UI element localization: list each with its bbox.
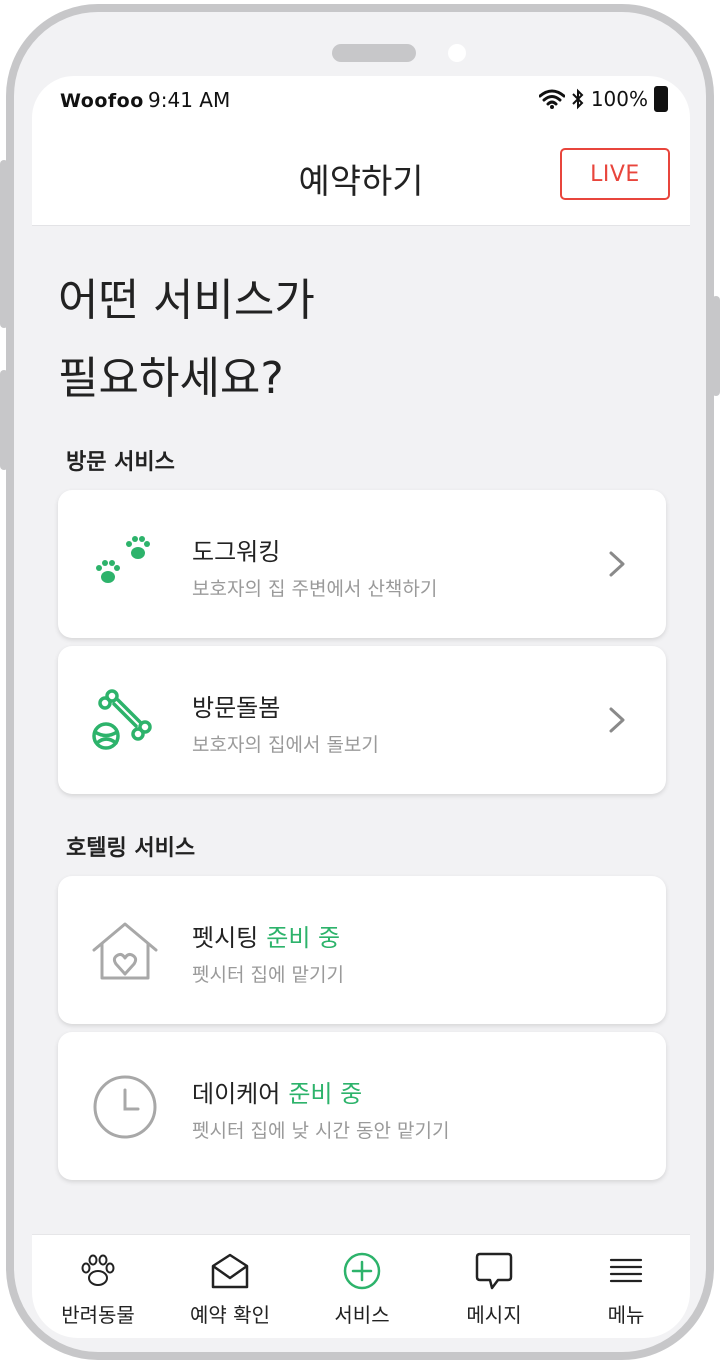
chevron-right-icon <box>609 551 625 577</box>
clock-icon <box>93 1075 157 1139</box>
service-description: 보호자의 집에서 돌보기 <box>192 734 379 756</box>
status-indicators: 100% <box>538 86 668 112</box>
paw-prints-icon <box>96 536 150 583</box>
paw-icon <box>81 1254 115 1286</box>
service-name-text: 데이케어 <box>192 1080 281 1108</box>
bone-ball-icon <box>92 689 152 750</box>
service-name-text: 방문돌봄 <box>192 694 281 722</box>
service-card-home-visit[interactable]: 방문돌봄 보호자의 집에서 돌보기 <box>58 646 666 794</box>
headline-line-1: 어떤 서비스가 <box>58 275 315 326</box>
page-headline: 어떤 서비스가 필요하세요? <box>58 262 315 418</box>
service-name: 방문돌봄 <box>192 688 280 723</box>
tab-menu[interactable]: 메뉴 <box>560 1235 690 1338</box>
app-header: 예약하기 LIVE <box>32 132 690 226</box>
bluetooth-icon <box>572 88 584 110</box>
coming-soon-badge: 준비 중 <box>266 924 341 952</box>
carrier-name: Woofoo <box>60 90 144 112</box>
speaker-grille <box>332 44 416 62</box>
tab-reservations[interactable]: 예약 확인 <box>164 1235 296 1338</box>
coming-soon-badge: 준비 중 <box>288 1080 363 1108</box>
status-bar: Woofoo 9:41 AM 100% <box>32 76 690 132</box>
section-title-hoteling: 호텔링 서비스 <box>66 836 196 861</box>
status-time: 9:41 AM <box>148 88 231 112</box>
power-side-button <box>712 296 720 396</box>
service-name-text: 펫시팅 <box>192 924 259 952</box>
bottom-tab-bar: 반려동물 예약 확인 서비스 메시지 메뉴 <box>32 1234 690 1338</box>
service-card-dog-walking[interactable]: 도그워킹 보호자의 집 주변에서 산책하기 <box>58 490 666 638</box>
service-name: 펫시팅 준비 중 <box>192 918 340 953</box>
live-button[interactable]: LIVE <box>560 148 670 200</box>
service-name: 도그워킹 <box>192 532 280 567</box>
tab-label: 메뉴 <box>607 1303 645 1327</box>
battery-icon <box>654 86 668 112</box>
volume-up-side-button <box>0 160 8 328</box>
service-name: 데이케어 준비 중 <box>192 1074 362 1109</box>
plus-circle-icon <box>343 1252 381 1290</box>
volume-down-side-button <box>0 370 8 470</box>
service-description: 보호자의 집 주변에서 산책하기 <box>192 578 438 600</box>
chevron-right-icon <box>609 707 625 733</box>
service-description: 펫시터 집에 맡기기 <box>192 964 344 986</box>
tab-label: 서비스 <box>334 1303 390 1327</box>
section-title-visit: 방문 서비스 <box>66 450 175 475</box>
tab-label: 반려동물 <box>61 1303 135 1327</box>
service-name-text: 도그워킹 <box>192 538 281 566</box>
service-card-daycare[interactable]: 데이케어 준비 중 펫시터 집에 낮 시간 동안 맡기기 <box>58 1032 666 1180</box>
service-description: 펫시터 집에 낮 시간 동안 맡기기 <box>192 1120 450 1142</box>
tab-pets[interactable]: 반려동물 <box>32 1235 164 1338</box>
tab-messages[interactable]: 메시지 <box>428 1235 560 1338</box>
battery-percentage: 100% <box>590 87 648 111</box>
headline-line-2: 필요하세요? <box>58 353 284 404</box>
tab-services[interactable]: 서비스 <box>296 1235 428 1338</box>
chat-bubble-icon <box>475 1252 513 1290</box>
hamburger-menu-icon <box>609 1258 643 1283</box>
envelope-icon <box>211 1253 249 1289</box>
wifi-icon <box>538 89 565 109</box>
house-heart-icon <box>92 922 158 980</box>
front-camera <box>448 44 466 62</box>
service-card-pet-sitting[interactable]: 펫시팅 준비 중 펫시터 집에 맡기기 <box>58 876 666 1024</box>
tab-label: 메시지 <box>466 1303 522 1327</box>
app-screen: Woofoo 9:41 AM 100% 예약하기 LIVE 어떤 서비스가 필요… <box>32 76 690 1338</box>
tab-label: 예약 확인 <box>190 1303 270 1327</box>
